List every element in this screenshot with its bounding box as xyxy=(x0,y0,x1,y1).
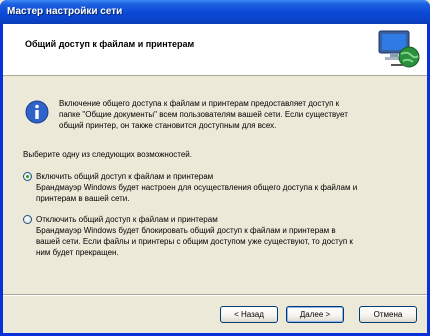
title-bar[interactable]: Мастер настройки сети xyxy=(0,0,430,24)
option-description: Брандмауэр Windows будет настроен для ос… xyxy=(36,182,410,204)
wizard-header: Общий доступ к файлам и принтерам xyxy=(3,24,427,76)
info-icon xyxy=(25,100,49,124)
option-description: Брандмауэр Windows будет блокировать общ… xyxy=(36,225,410,258)
back-button[interactable]: < Назад xyxy=(220,306,278,323)
cancel-button[interactable]: Отмена xyxy=(359,306,417,323)
info-line: общий принтер, он также становится досту… xyxy=(59,121,277,130)
option-desc-line: принтерам в вашей сети. xyxy=(36,194,130,203)
option-desc-line: Брандмауэр Windows будет настроен для ос… xyxy=(36,183,358,192)
option-label[interactable]: Включить общий доступ к файлам и принтер… xyxy=(36,171,213,182)
window-title: Мастер настройки сети xyxy=(7,6,123,17)
wizard-client-area: Общий доступ к файлам и принтерам Включе… xyxy=(3,24,427,333)
radio-disable-sharing[interactable] xyxy=(23,215,32,224)
info-line: папке "Общие документы" всем пользовател… xyxy=(59,110,348,119)
wizard-window: Мастер настройки сети Общий доступ к фай… xyxy=(0,0,430,336)
option-desc-line: вашей сети. Если файлы и принтеры с общи… xyxy=(36,237,353,246)
next-button[interactable]: Далее > xyxy=(286,306,344,323)
network-computer-icon xyxy=(378,30,420,68)
info-line: Включение общего доступа к файлам и прин… xyxy=(59,99,340,108)
choice-prompt: Выберите одну из следующих возможностей. xyxy=(23,150,192,159)
option-desc-line: Брандмауэр Windows будет блокировать общ… xyxy=(36,226,336,235)
footer-divider xyxy=(3,294,427,296)
radio-enable-sharing[interactable] xyxy=(23,172,32,181)
info-text: Включение общего доступа к файлам и прин… xyxy=(59,98,409,131)
page-title: Общий доступ к файлам и принтерам xyxy=(25,39,195,49)
option-label[interactable]: Отключить общий доступ к файлам и принте… xyxy=(36,214,218,225)
option-desc-line: ним будет прекращен. xyxy=(36,248,119,257)
